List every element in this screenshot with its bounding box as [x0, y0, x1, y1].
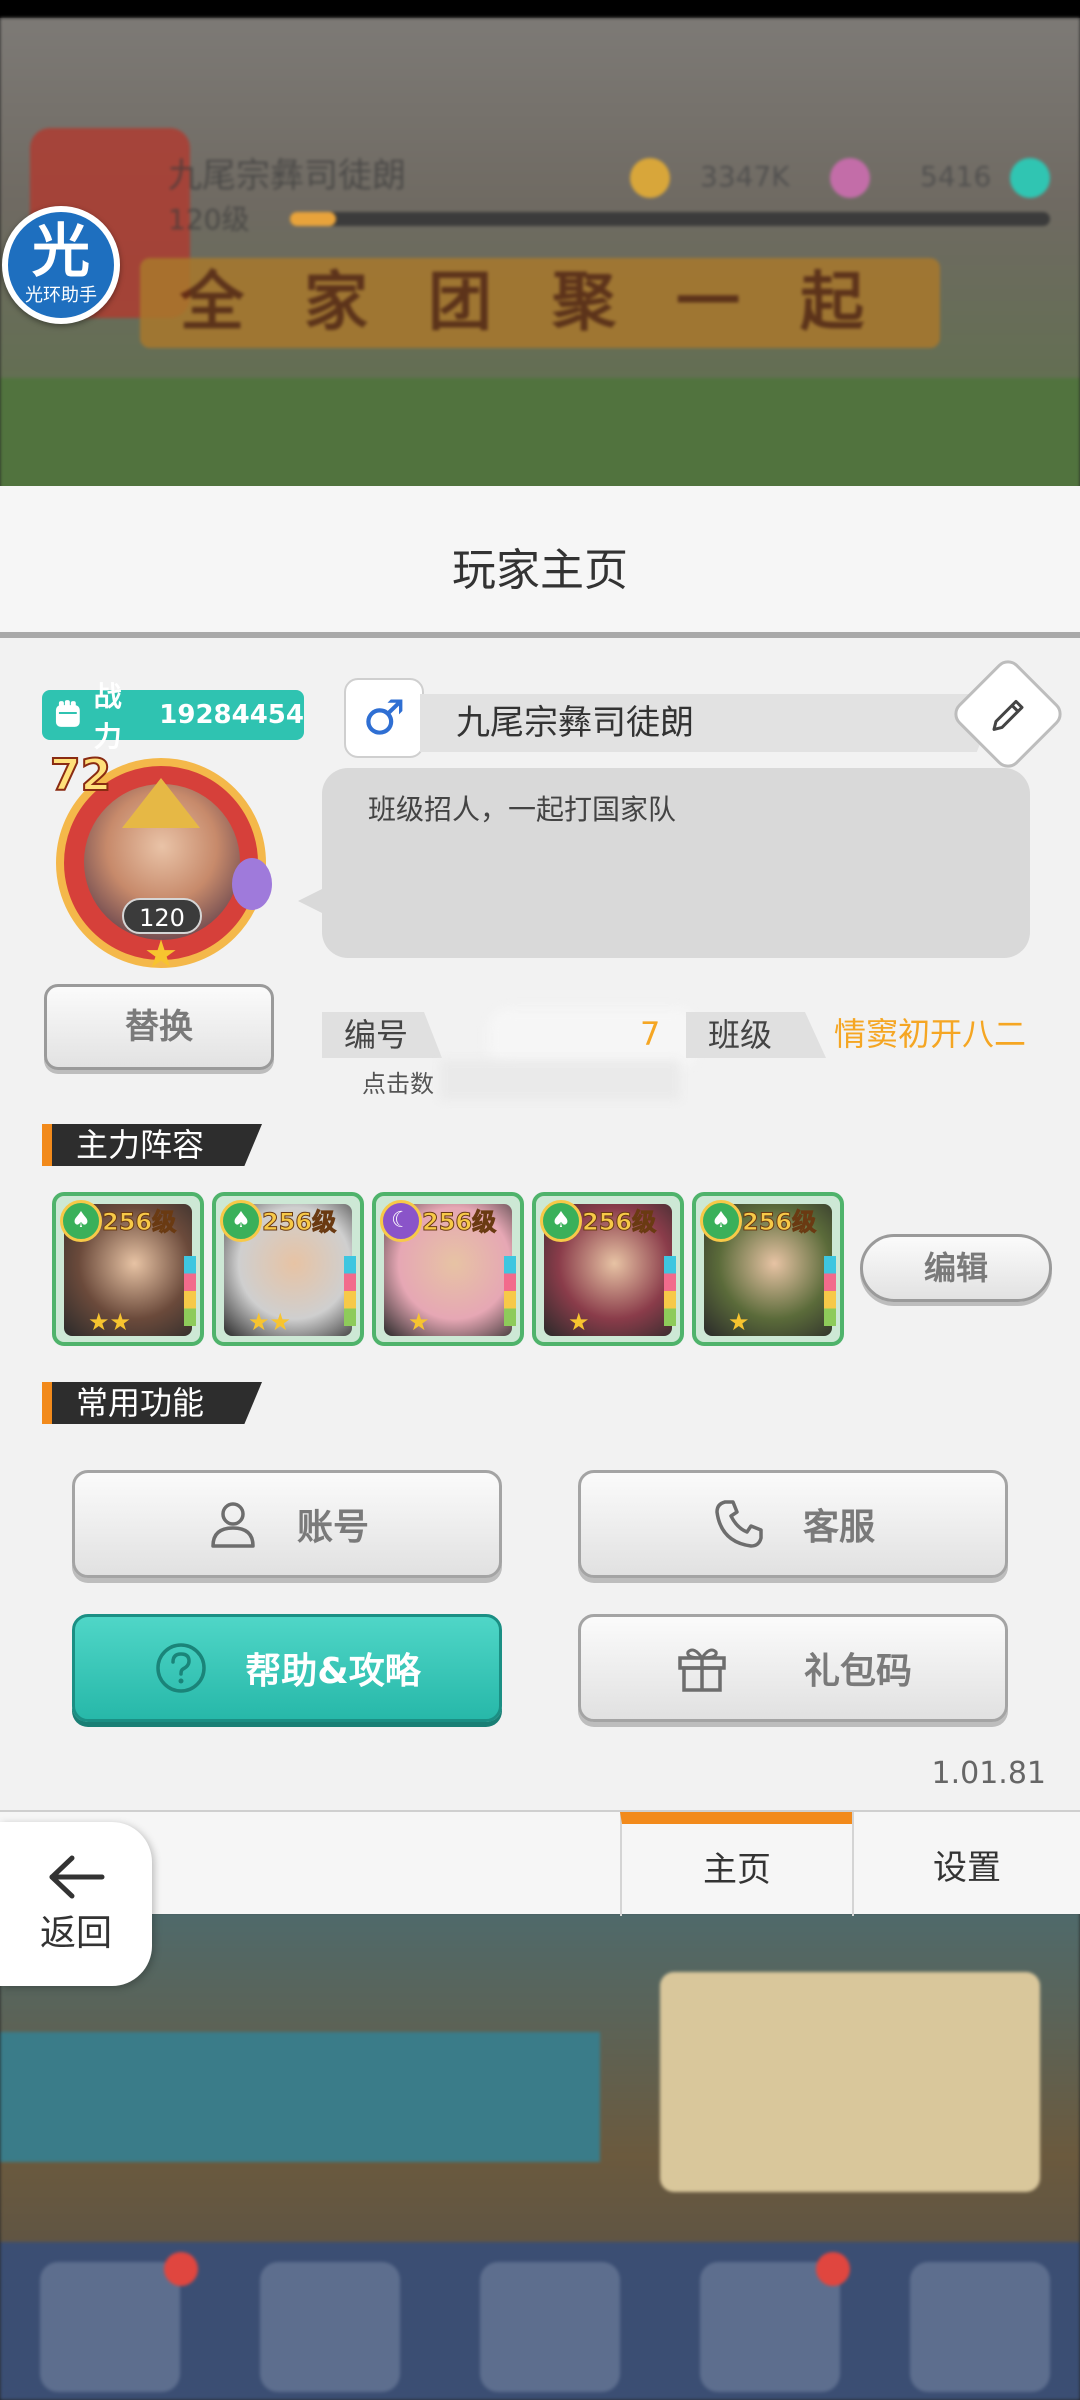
hero-stars: ★★ [248, 1308, 292, 1336]
tab-home[interactable]: 主页 [620, 1812, 852, 1916]
power-label: 战力 [93, 680, 122, 753]
notification-badge [816, 2252, 850, 2286]
hero-stars: ★ [728, 1308, 750, 1336]
help-guide-label: 帮助&攻略 [245, 1651, 421, 1692]
background-nav-button [910, 2262, 1050, 2392]
account-button[interactable]: 账号 [72, 1470, 502, 1578]
phone-icon [715, 1500, 763, 1548]
plus-icon [1010, 158, 1050, 198]
player-profile-dialog: 玩家主页 战力 19284454 72 120 ★ 替换 ♂ 九尾宗彝司徒朗 班… [0, 486, 1080, 1916]
arrow-left-icon [49, 1855, 105, 1899]
notification-badge [164, 2252, 198, 2286]
hero-card[interactable]: ♠ 256级 ★ [692, 1192, 844, 1346]
signature-text: 班级招人，一起打国家队 [368, 793, 677, 826]
background-nav-button [260, 2262, 400, 2392]
hero-stars: ★★ [88, 1308, 132, 1336]
gift-code-button[interactable]: 礼包码 [578, 1614, 1008, 1722]
star-icon: ★ [144, 932, 179, 976]
player-avatar[interactable]: 72 120 ★ [46, 748, 276, 978]
camp-icon: ☾ [380, 1200, 422, 1242]
background-banner: 全家团聚一起玩 [140, 258, 940, 348]
balloon-icon [232, 858, 272, 910]
background-top: 九尾宗彝司徒朗 120级 3347K 5416 全家团聚一起玩 [0, 18, 1080, 498]
hero-level: 256级 [581, 1208, 657, 1237]
background-nav-button [700, 2262, 840, 2392]
hero-level: 256级 [261, 1208, 337, 1237]
coin-icon [630, 158, 670, 198]
male-icon: ♂ [344, 678, 424, 758]
power-badge: 战力 19284454 [42, 680, 304, 753]
camp-icon: ♠ [700, 1200, 742, 1242]
copy-hint-redaction [440, 1060, 680, 1100]
status-bar [0, 0, 1080, 18]
hero-level: 256级 [421, 1208, 497, 1237]
customer-service-label: 客服 [802, 1507, 875, 1548]
back-label: 返回 [39, 1913, 112, 1954]
gift-code-label: 礼包码 [803, 1651, 912, 1692]
vip-level: 72 [49, 749, 112, 802]
background-player-name: 九尾宗彝司徒朗 [168, 156, 406, 196]
dialog-header: 玩家主页 [0, 486, 1080, 638]
class-name[interactable]: 情窦初开八二 [834, 1008, 1026, 1060]
fist-icon [55, 700, 80, 727]
hero-attribute-bars [344, 1256, 356, 1326]
background-nav-button [480, 2262, 620, 2392]
background-bottom [0, 1912, 1080, 2400]
version-text: 1.01.81 [931, 1756, 1046, 1791]
customer-service-button[interactable]: 客服 [578, 1470, 1008, 1578]
question-icon [156, 1643, 207, 1693]
class-label: 班级 [686, 1012, 826, 1058]
functions-section-title: 常用功能 [42, 1382, 262, 1424]
hero-card[interactable]: ♠ 256级 ★ [532, 1192, 684, 1346]
player-name: 九尾宗彝司徒朗 [456, 703, 694, 743]
hero-stars: ★ [408, 1308, 430, 1336]
back-button[interactable]: 返回 [0, 1822, 152, 1986]
tab-strip: 主页 设置 [0, 1810, 1080, 1916]
gem-icon [830, 158, 870, 198]
lineup-section-title: 主力阵容 [42, 1124, 262, 1166]
gift-icon [678, 1648, 726, 1692]
avatar-level-badge: 120 [122, 898, 202, 934]
dialog-title: 玩家主页 [452, 545, 628, 596]
copy-hint: 点击数 [362, 1070, 434, 1098]
hero-card[interactable]: ☾ 256级 ★ [372, 1192, 524, 1346]
replace-avatar-button[interactable]: 替换 [44, 984, 274, 1070]
player-id-visible: 7 [640, 1015, 661, 1053]
background-coins: 3347K [700, 160, 790, 193]
helper-logo: 光 [31, 217, 90, 285]
account-label: 账号 [296, 1507, 369, 1548]
camp-icon: ♠ [220, 1200, 262, 1242]
helper-label: 光环助手 [25, 285, 97, 306]
tab-settings[interactable]: 设置 [852, 1812, 1080, 1916]
edit-lineup-button[interactable]: 编辑 [860, 1234, 1052, 1302]
hero-stars: ★ [568, 1308, 590, 1336]
background-house [660, 1972, 1040, 2192]
id-label: 编号 [322, 1012, 442, 1058]
hero-level: 256级 [741, 1208, 817, 1237]
edit-name-button[interactable] [948, 654, 1068, 774]
power-value: 19284454 [159, 700, 304, 730]
hero-level: 256级 [101, 1208, 177, 1237]
helper-float-button[interactable]: 光 光环助手 [2, 206, 120, 324]
background-level: 120级 [168, 203, 250, 236]
background-grass [0, 378, 1080, 498]
player-id[interactable]: 7 [476, 1008, 676, 1060]
background-xp-bar [290, 212, 1050, 226]
camp-icon: ♠ [540, 1200, 582, 1242]
help-guide-button[interactable]: 帮助&攻略 [72, 1614, 502, 1722]
hero-attribute-bars [664, 1256, 676, 1326]
background-pool [0, 2032, 600, 2162]
hero-attribute-bars [504, 1256, 516, 1326]
hero-card[interactable]: ♠ 256级 ★★ [212, 1192, 364, 1346]
background-nav-button [40, 2262, 180, 2392]
hero-attribute-bars [824, 1256, 836, 1326]
hero-card[interactable]: ♠ 256级 ★★ [52, 1192, 204, 1346]
pencil-icon [992, 699, 1024, 731]
user-icon [211, 1502, 255, 1548]
hero-attribute-bars [184, 1256, 196, 1326]
background-gems: 5416 [920, 160, 992, 193]
camp-icon: ♠ [60, 1200, 102, 1242]
